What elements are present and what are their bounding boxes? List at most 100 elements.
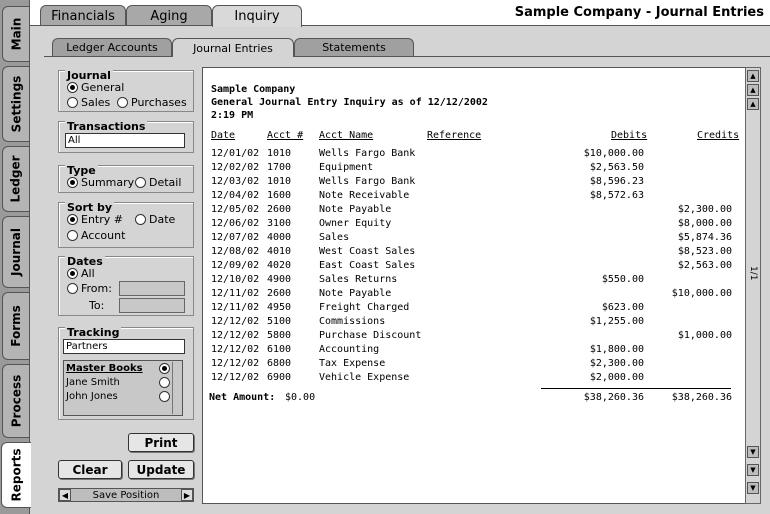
scroll-down-icon[interactable]: ▼ [747, 446, 759, 458]
clear-button[interactable]: Clear [58, 460, 122, 479]
tab-inquiry[interactable]: Inquiry [212, 5, 302, 27]
journal-general-radio[interactable]: General [67, 81, 124, 94]
scroll-page-up-icon[interactable]: ▲ [747, 84, 759, 96]
side-tab-process[interactable]: Process [2, 364, 29, 438]
cell-acct: 5800 [267, 330, 292, 341]
scroll-up-icon[interactable]: ▲ [747, 98, 759, 110]
cell-acct: 2600 [267, 288, 292, 299]
dates-all-radio[interactable]: All [67, 267, 95, 280]
side-tab-forms[interactable]: Forms [2, 292, 29, 360]
side-tab-reports[interactable]: Reports [1, 442, 31, 508]
scroll-bottom-icon[interactable]: ▼ [747, 482, 759, 494]
side-tab-label: Settings [9, 75, 23, 133]
cell-acct: 4020 [267, 260, 292, 271]
col-header-credits: Credits [697, 130, 740, 141]
scroll-top-icon[interactable]: ▲ [747, 70, 759, 82]
table-row: 12/11/02 2600 Note Payable $10,000.00 [203, 288, 748, 302]
sort-date-radio[interactable]: Date [135, 213, 175, 226]
sort-by-group: Sort by Entry # Date Account [58, 202, 194, 248]
cell-debit: $8,596.23 [589, 176, 644, 187]
side-tab-main[interactable]: Main [2, 6, 29, 62]
tab-aging[interactable]: Aging [126, 5, 212, 26]
cell-acct: 1600 [267, 190, 292, 201]
side-tab-label: Process [9, 374, 23, 428]
arrow-right-icon[interactable]: ▶ [180, 489, 193, 501]
radio-icon [135, 177, 146, 188]
side-tab-journal[interactable]: Journal [2, 216, 29, 288]
date-to-field[interactable] [119, 298, 185, 313]
date-from-field[interactable] [119, 281, 185, 296]
radio-label: Sales [81, 96, 111, 109]
sort-entry-radio[interactable]: Entry # [67, 213, 123, 226]
radio-icon [67, 230, 78, 241]
tracking-master-radio[interactable] [159, 363, 170, 374]
cell-name: Vehicle Expense [319, 372, 410, 383]
type-summary-radio[interactable]: Summary [67, 176, 134, 189]
radio-label: All [81, 267, 95, 280]
update-button[interactable]: Update [128, 460, 194, 479]
subtab-journal-entries[interactable]: Journal Entries [172, 38, 294, 57]
cell-acct: 6900 [267, 372, 292, 383]
tracking-john-radio[interactable] [159, 391, 170, 402]
cell-acct: 3100 [267, 218, 292, 229]
dates-from-radio[interactable]: From: [67, 282, 112, 295]
cell-debit: $550.00 [601, 274, 644, 285]
cell-date: 12/12/02 [211, 344, 260, 355]
subtab-divider [44, 56, 770, 57]
cell-credit: $8,000.00 [677, 218, 732, 229]
cell-name: West Coast Sales [319, 246, 416, 257]
subtab-label: Ledger Accounts [66, 41, 158, 54]
tracking-item: John Jones [66, 391, 118, 402]
date-to-label: To: [89, 299, 105, 312]
type-detail-radio[interactable]: Detail [135, 176, 181, 189]
cell-acct: 1010 [267, 148, 292, 159]
radio-label: From: [81, 282, 112, 295]
table-row: 12/12/02 5800 Purchase Discount $1,000.00 [203, 330, 748, 344]
report-scrollbar[interactable]: ▲ ▲ ▲ 1/1 ▼ ▼ ▼ [745, 67, 761, 504]
tracking-jane-radio[interactable] [159, 377, 170, 388]
tab-label: Inquiry [234, 9, 280, 24]
journal-purchases-radio[interactable]: Purchases [117, 96, 187, 109]
cell-debit: $1,800.00 [589, 344, 644, 355]
subtab-ledger-accounts[interactable]: Ledger Accounts [52, 38, 172, 56]
tab-financials[interactable]: Financials [40, 5, 126, 26]
scroll-page-down-icon[interactable]: ▼ [747, 464, 759, 476]
side-tab-settings[interactable]: Settings [2, 66, 29, 142]
cell-debit: $10,000.00 [583, 148, 644, 159]
radio-icon [67, 97, 78, 108]
app-title: Sample Company - Journal Entries [514, 5, 764, 20]
sort-account-radio[interactable]: Account [67, 229, 125, 242]
subtab-statements[interactable]: Statements [294, 38, 414, 56]
save-position-bar: ◀ Save Position ▶ [58, 488, 194, 502]
dates-group: Dates All From: To: [58, 256, 194, 316]
table-row: 12/07/02 4000 Sales $5,874.36 [203, 232, 748, 246]
journal-sales-radio[interactable]: Sales [67, 96, 110, 109]
arrow-left-icon[interactable]: ◀ [59, 489, 71, 501]
cell-name: Sales Returns [319, 274, 398, 285]
table-row: 12/11/02 4950 Freight Charged $623.00 [203, 302, 748, 316]
cell-name: Note Receivable [319, 190, 410, 201]
side-tab-ledger[interactable]: Ledger [2, 146, 29, 212]
cell-date: 12/11/02 [211, 288, 260, 299]
tracking-field[interactable]: Partners [63, 339, 185, 354]
transactions-field[interactable]: All [65, 133, 185, 148]
radio-selected-icon [67, 268, 78, 279]
tracking-scrollbar[interactable] [172, 362, 181, 414]
cell-acct: 2600 [267, 204, 292, 215]
save-position-label[interactable]: Save Position [93, 490, 160, 501]
total-credits: $38,260.36 [671, 392, 732, 403]
table-row: 12/03/02 1010 Wells Fargo Bank $8,596.23 [203, 176, 748, 190]
cell-acct: 4900 [267, 274, 292, 285]
tracking-label: Tracking [65, 326, 122, 339]
cell-name: Sales [319, 232, 350, 243]
cell-debit: $623.00 [601, 302, 644, 313]
radio-label: Entry # [81, 213, 123, 226]
table-row: 12/08/02 4010 West Coast Sales $8,523.00 [203, 246, 748, 260]
side-tab-label: Main [9, 17, 24, 51]
tracking-list: Master Books Jane Smith John Jones [63, 360, 183, 416]
side-tab-label: Journal [9, 228, 23, 276]
cell-acct: 4010 [267, 246, 292, 257]
transactions-group: Transactions All [58, 121, 194, 153]
side-tab-label: Ledger [9, 155, 23, 203]
print-button[interactable]: Print [128, 433, 194, 452]
